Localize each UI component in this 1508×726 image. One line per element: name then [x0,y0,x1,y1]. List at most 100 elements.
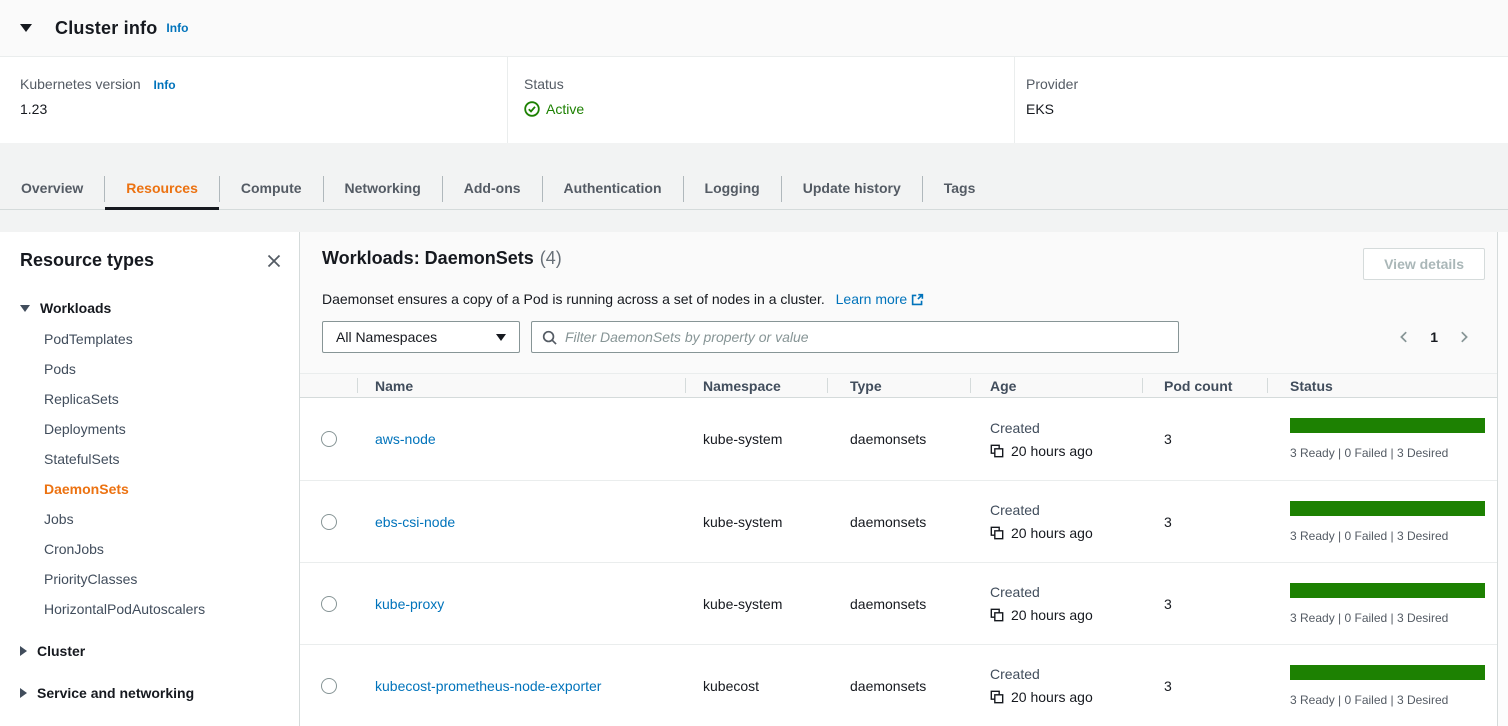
copy-icon [990,608,1004,622]
kubernetes-version-label: Kubernetes version Info [20,76,507,92]
age-cell: Created 20 hours ago [990,420,1142,459]
sidebar-item-priorityclasses[interactable]: PriorityClasses [44,564,284,594]
sidebar-item-podtemplates[interactable]: PodTemplates [44,324,284,354]
namespace-select[interactable]: All Namespaces [322,321,520,353]
namespace-cell: kube-system [685,514,827,530]
age-cell: Created 20 hours ago [990,666,1142,705]
kubernetes-version-value: 1.23 [20,101,507,117]
provider-field: Provider EKS [1014,57,1508,143]
sidebar-item-replicasets[interactable]: ReplicaSets [44,384,284,414]
tab-tags[interactable]: Tags [923,168,997,209]
table-row: kubecost-prometheus-node-exporter kubeco… [300,644,1497,726]
row-select-radio[interactable] [321,596,337,612]
status-progress-bar [1290,665,1485,680]
tab-networking[interactable]: Networking [324,168,442,209]
sidebar-group-cluster[interactable]: Cluster [20,636,284,666]
daemonset-description: Daemonset ensures a copy of a Pod is run… [322,291,1485,307]
chevron-down-icon [496,334,506,341]
chevron-right-icon[interactable] [1455,328,1473,346]
status-cell: 3 Ready | 0 Failed | 3 Desired [1290,418,1485,460]
sidebar-item-deployments[interactable]: Deployments [44,414,284,444]
kubernetes-version-field: Kubernetes version Info 1.23 [0,57,507,143]
pod-count-cell: 3 [1142,678,1267,694]
type-cell: daemonsets [827,514,970,530]
status-progress-bar [1290,418,1485,433]
column-header-name[interactable]: Name [357,374,685,397]
tab-add-ons[interactable]: Add-ons [443,168,542,209]
sidebar-title: Resource types [20,250,154,271]
caret-down-icon [20,24,32,32]
table-row: kube-proxy kube-system daemonsets Create… [300,562,1497,644]
chevron-left-icon[interactable] [1395,328,1413,346]
status-label: Status [524,76,1014,92]
cluster-info-body: Kubernetes version Info 1.23 Status Acti… [0,57,1508,143]
type-cell: daemonsets [827,596,970,612]
sidebar-group-service-and-networking[interactable]: Service and networking [20,678,284,708]
view-details-button[interactable]: View details [1363,248,1485,280]
sidebar-item-cronjobs[interactable]: CronJobs [44,534,284,564]
daemonset-name-link[interactable]: kubecost-prometheus-node-exporter [375,678,601,694]
tab-authentication[interactable]: Authentication [543,168,683,209]
pod-count-cell: 3 [1142,596,1267,612]
sidebar-item-horizontalpodautoscalers[interactable]: HorizontalPodAutoscalers [44,594,284,624]
namespace-cell: kube-system [685,596,827,612]
cluster-info-card: Cluster info Info Kubernetes version Inf… [0,0,1508,143]
status-summary: 3 Ready | 0 Failed | 3 Desired [1290,693,1485,707]
table-row: ebs-csi-node kube-system daemonsets Crea… [300,480,1497,562]
daemonset-name-link[interactable]: kube-proxy [375,596,444,612]
daemonset-name-link[interactable]: ebs-csi-node [375,514,455,530]
row-select-radio[interactable] [321,514,337,530]
column-header-status[interactable]: Status [1267,374,1497,397]
caret-right-icon [20,646,27,656]
cluster-info-info-link[interactable]: Info [166,21,188,35]
namespace-cell: kube-system [685,431,827,447]
learn-more-link[interactable]: Learn more [836,291,925,307]
cluster-tabs: Overview Resources Compute Networking Ad… [0,168,1508,210]
resource-types-sidebar: Resource types Workloads PodTemplates Po… [0,232,300,726]
close-icon[interactable] [264,251,284,271]
current-page-number[interactable]: 1 [1430,329,1438,345]
sidebar-item-jobs[interactable]: Jobs [44,504,284,534]
row-select-radio[interactable] [321,678,337,694]
cluster-info-header[interactable]: Cluster info Info [0,0,1508,57]
provider-value: EKS [1026,101,1508,117]
table-body: aws-node kube-system daemonsets Created … [300,398,1497,726]
status-summary: 3 Ready | 0 Failed | 3 Desired [1290,529,1485,543]
sidebar-item-pods[interactable]: Pods [44,354,284,384]
tab-update-history[interactable]: Update history [782,168,922,209]
column-header-type[interactable]: Type [827,374,970,397]
pod-count-cell: 3 [1142,431,1267,447]
tab-resources[interactable]: Resources [105,168,219,209]
type-cell: daemonsets [827,678,970,694]
tab-overview[interactable]: Overview [0,168,104,209]
scrollbar-track[interactable] [1497,232,1508,726]
column-header-age[interactable]: Age [970,374,1142,397]
pod-count-cell: 3 [1142,514,1267,530]
sidebar-item-statefulsets[interactable]: StatefulSets [44,444,284,474]
daemonset-filter-input[interactable] [565,329,1168,345]
status-text: Active [546,101,584,117]
copy-icon [990,690,1004,704]
column-header-pod-count[interactable]: Pod count [1142,374,1267,397]
sidebar-item-daemonsets[interactable]: DaemonSets [44,474,284,504]
resource-tree: Workloads PodTemplates Pods ReplicaSets … [20,293,284,708]
daemonset-filter-box [531,321,1179,353]
column-header-namespace[interactable]: Namespace [685,374,827,397]
check-circle-icon [524,101,540,117]
status-progress-bar [1290,501,1485,516]
table-header: Name Namespace Type Age Pod count Status [300,373,1497,398]
status-cell: 3 Ready | 0 Failed | 3 Desired [1290,583,1485,625]
status-cell: 3 Ready | 0 Failed | 3 Desired [1290,501,1485,543]
page-title: Workloads: DaemonSets [322,248,534,268]
tab-logging[interactable]: Logging [684,168,781,209]
tab-compute[interactable]: Compute [220,168,323,209]
caret-right-icon [20,688,27,698]
kubernetes-version-info-link[interactable]: Info [154,78,176,92]
row-select-radio[interactable] [321,431,337,447]
status-value: Active [524,101,1014,117]
cluster-info-title: Cluster info [55,18,157,39]
daemonset-name-link[interactable]: aws-node [375,431,436,447]
sidebar-group-workloads[interactable]: Workloads [20,293,284,323]
age-cell: Created 20 hours ago [990,502,1142,541]
namespace-cell: kubecost [685,678,827,694]
